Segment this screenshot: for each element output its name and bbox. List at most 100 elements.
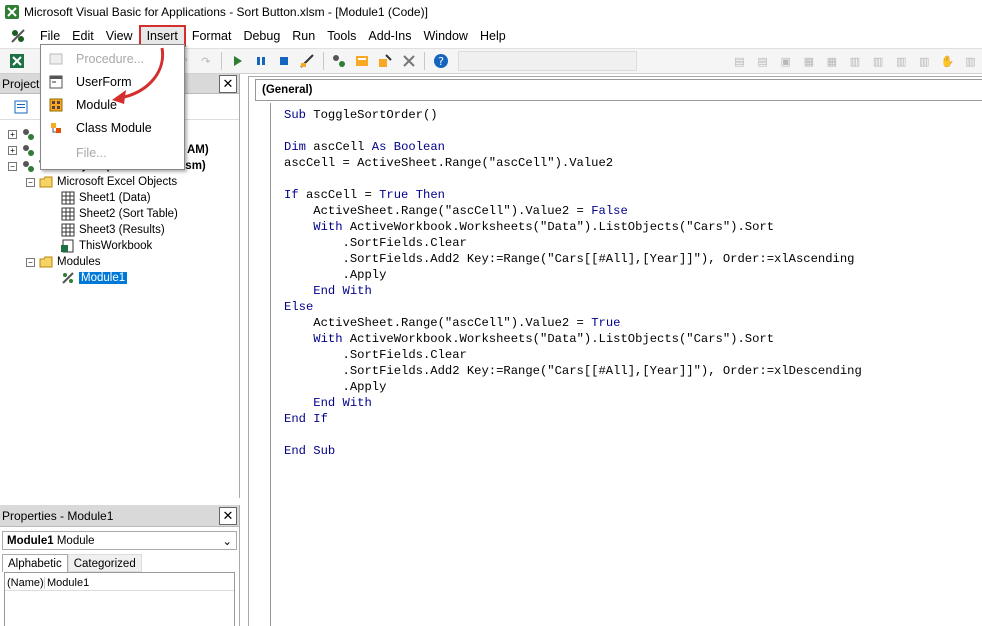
- tree-node-sheet1[interactable]: Sheet1 (Data): [60, 190, 151, 206]
- redo-icon[interactable]: ↷: [197, 52, 214, 70]
- menu-window[interactable]: Window: [418, 25, 474, 47]
- tab-alphabetic[interactable]: Alphabetic: [2, 554, 68, 572]
- menu-item-userform[interactable]: UserForm: [41, 71, 184, 93]
- tree-node-label: AM): [187, 144, 209, 156]
- tree-node-label: Microsoft Excel Objects: [57, 176, 178, 188]
- menu-item-label: Module: [76, 98, 117, 112]
- run-icon[interactable]: [229, 52, 246, 70]
- menu-item-file[interactable]: File...: [41, 142, 184, 164]
- code-editor[interactable]: Sub ToggleSortOrder() Dim ascCell As Boo…: [270, 103, 982, 626]
- toggle-bookmark-icon[interactable]: ▥: [846, 52, 863, 70]
- expand-icon[interactable]: +: [8, 145, 17, 155]
- tree-node-label: Module1: [79, 272, 128, 284]
- collapse-icon[interactable]: −: [26, 177, 35, 187]
- excel-view-icon[interactable]: [8, 26, 28, 46]
- menu-add-ins[interactable]: Add-Ins: [362, 25, 417, 47]
- title-bar: Microsoft Visual Basic for Applications …: [0, 0, 982, 24]
- tree-node-label: Sheet2 (Sort Table): [79, 208, 178, 220]
- tree-node-label: Modules: [57, 256, 101, 268]
- property-name: (Name): [7, 576, 45, 589]
- project-explorer-icon[interactable]: [331, 52, 348, 70]
- tree-node-module1[interactable]: Module1: [60, 270, 128, 286]
- menu-item-label: File...: [76, 146, 107, 160]
- view-code-icon[interactable]: [12, 98, 30, 116]
- hand-icon[interactable]: ✋: [939, 52, 956, 70]
- folder-icon: [38, 175, 54, 189]
- menu-format[interactable]: Format: [186, 25, 238, 47]
- toolbar-separator: [221, 52, 223, 70]
- userform-icon: [48, 74, 64, 90]
- vba-project-icon: [20, 159, 36, 173]
- procedure-icon: [48, 51, 64, 67]
- chevron-down-icon: ⌄: [222, 535, 232, 548]
- worksheet-icon: [60, 223, 76, 237]
- clear-bookmarks-icon[interactable]: ▥: [916, 52, 933, 70]
- expand-icon[interactable]: +: [8, 129, 17, 139]
- outdent-icon[interactable]: ▤: [754, 52, 771, 70]
- worksheet-icon: [60, 191, 76, 205]
- menu-item-class-module[interactable]: Class Module: [41, 117, 184, 139]
- tree-node-modules[interactable]: − Modules: [26, 254, 100, 270]
- collapse-icon[interactable]: −: [26, 257, 35, 267]
- vba-project-icon: [20, 127, 36, 141]
- tree-node-excel-objects[interactable]: − Microsoft Excel Objects: [26, 174, 177, 190]
- tree-node-sheet2[interactable]: Sheet2 (Sort Table): [60, 206, 178, 222]
- folder-icon: [38, 255, 54, 269]
- vba-project-icon: [20, 143, 36, 157]
- object-type: Module: [56, 534, 95, 547]
- property-row[interactable]: (Name) Module1: [5, 575, 234, 591]
- code-text[interactable]: Sub ToggleSortOrder() Dim ascCell As Boo…: [284, 107, 862, 459]
- more-icon[interactable]: ▥: [962, 52, 979, 70]
- close-icon[interactable]: ✕: [219, 506, 237, 525]
- tree-node-label: Sheet3 (Results): [79, 224, 165, 236]
- menu-item-procedure[interactable]: Procedure...: [41, 48, 184, 70]
- tree-node-sheet3[interactable]: Sheet3 (Results): [60, 222, 165, 238]
- module-icon: [60, 271, 76, 285]
- close-icon[interactable]: ✕: [219, 74, 237, 93]
- reset-icon[interactable]: [276, 52, 293, 70]
- object-combo[interactable]: (General): [255, 79, 982, 101]
- menu-run[interactable]: Run: [286, 25, 321, 47]
- workbook-icon: [60, 239, 76, 253]
- help-icon[interactable]: ?: [432, 52, 449, 70]
- collapse-icon[interactable]: −: [8, 161, 17, 171]
- cursor-position-field: [458, 51, 637, 71]
- module-icon: [48, 97, 64, 113]
- worksheet-icon: [60, 207, 76, 221]
- tab-categorized[interactable]: Categorized: [67, 554, 142, 572]
- properties-pane-header: Properties - Module1 ✕: [0, 505, 239, 527]
- object-browser-icon[interactable]: [377, 52, 394, 70]
- previous-bookmark-icon[interactable]: ▥: [893, 52, 910, 70]
- tree-node-label: ThisWorkbook: [79, 240, 153, 252]
- properties-pane-title: Properties - Module1: [2, 508, 114, 523]
- properties-grid: (Name) Module1: [4, 572, 235, 626]
- break-icon[interactable]: [252, 52, 269, 70]
- menu-item-module[interactable]: Module: [41, 94, 184, 116]
- indent-icon[interactable]: ▤: [731, 52, 748, 70]
- menu-item-label: Class Module: [76, 121, 152, 135]
- tree-node-thisworkbook[interactable]: ThisWorkbook: [60, 238, 152, 254]
- property-value[interactable]: Module1: [45, 577, 89, 589]
- toggle-breakpoint-icon[interactable]: ▣: [777, 52, 794, 70]
- uncomment-block-icon[interactable]: ▦: [823, 52, 840, 70]
- properties-tabs: Alphabetic Categorized: [2, 554, 237, 572]
- svg-text:?: ?: [438, 55, 444, 68]
- toolbar-separator: [322, 52, 324, 70]
- toolbox-icon[interactable]: [400, 52, 417, 70]
- properties-window-icon[interactable]: [354, 52, 371, 70]
- tree-node-label: Sheet1 (Data): [79, 192, 151, 204]
- design-mode-icon[interactable]: [299, 52, 316, 70]
- next-bookmark-icon[interactable]: ▥: [870, 52, 887, 70]
- excel-icon[interactable]: [9, 52, 26, 70]
- object-select[interactable]: Module1 Module ⌄: [2, 531, 237, 550]
- tree-node-collapsed[interactable]: +: [8, 126, 39, 142]
- menu-item-label: Procedure...: [76, 52, 145, 66]
- comment-block-icon[interactable]: ▦: [800, 52, 817, 70]
- properties-pane: Properties - Module1 ✕ Module1 Module ⌄ …: [0, 505, 240, 626]
- insert-dropdown-menu: Procedure... UserForm Module Class Modul…: [40, 44, 185, 170]
- menu-tools[interactable]: Tools: [321, 25, 362, 47]
- menu-help[interactable]: Help: [474, 25, 512, 47]
- window-title: Microsoft Visual Basic for Applications …: [24, 5, 428, 19]
- vba-app-icon: [4, 4, 20, 20]
- menu-debug[interactable]: Debug: [237, 25, 286, 47]
